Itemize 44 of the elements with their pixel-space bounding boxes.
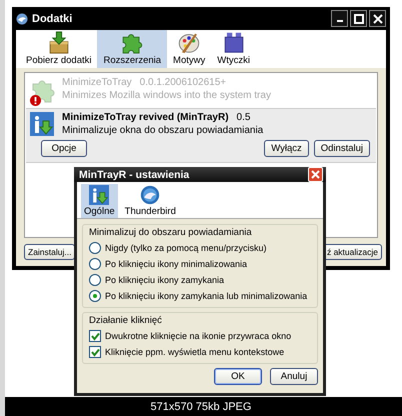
toolbar-tab[interactable]: Motywy [167, 30, 212, 68]
radio-button[interactable] [89, 242, 101, 254]
radio-button[interactable] [89, 274, 101, 286]
option-label: Po kliknięciu ikony zamykania [105, 275, 224, 285]
extension-description: Minimalizuje okna do obszaru powiadamiania [62, 125, 264, 136]
maximize-icon [354, 14, 364, 24]
extension-version: 0.5 [236, 112, 250, 123]
app-icon [16, 12, 28, 24]
window-title: Dodatki [32, 12, 72, 24]
option-label: Kliknięcie ppm. wyświetla menu kontekstowe [105, 347, 284, 357]
option-label: Nigdy (tylko za pomocą menu/przycisku) [105, 243, 267, 253]
maximize-button[interactable] [350, 10, 367, 27]
option-label: Po kliknięciu ikony zamykania lub minimalizowania [105, 291, 308, 301]
extension-button[interactable]: Wyłącz [264, 140, 309, 157]
extension-version: 0.0.1.2006102615+ [140, 77, 226, 88]
option-label: Dwukrotne kliknięcie na ikonie przywraca okno [105, 331, 292, 341]
dialog-button[interactable]: OK [214, 368, 262, 385]
dialog-tab[interactable]: Thunderbird [122, 184, 179, 218]
radio-button[interactable] [89, 290, 101, 302]
close-icon [372, 14, 382, 24]
checkbox[interactable] [89, 346, 101, 358]
minimize-button[interactable] [331, 10, 348, 27]
close-button[interactable] [369, 10, 386, 27]
dialog-title: MinTrayR - ustawienia [79, 168, 190, 180]
close-icon [311, 170, 320, 179]
toolbar-tab[interactable]: Wtyczki [211, 30, 256, 68]
toolbar-tab[interactable]: Rozszerzenia [97, 30, 168, 68]
extension-name: MinimizeToTray [62, 77, 132, 88]
group-title: Minimalizuj do obszaru powiadamiania [89, 227, 253, 238]
dialog-tab[interactable]: Ogólne [81, 184, 118, 218]
extension-name: MinimizeToTray revived (MinTrayR) [62, 112, 229, 123]
extension-item[interactable]: MinimizeToTray revived (MinTrayR) 0.5 Minimalizuje okna do obszaru powiadamiania Opcje Wyłącz Odinstaluj [26, 108, 376, 163]
extension-button[interactable]: Opcje [41, 140, 87, 157]
radio-button[interactable] [89, 258, 101, 270]
image-caption: 571x570 75kb JPEG [5, 397, 402, 416]
dialog-button[interactable]: Anuluj [270, 368, 318, 385]
group-title: Działanie kliknięć [89, 315, 163, 326]
toolbar-tab[interactable]: Pobierz dodatki [20, 30, 98, 68]
extension-button[interactable]: Odinstaluj [314, 140, 370, 157]
minimize-icon [336, 20, 342, 22]
checkbox[interactable] [89, 330, 101, 342]
option-label: Po kliknięciu ikony minimalizowania [105, 259, 248, 269]
extension-description: Minimizes Mozilla windows into the system tray [62, 90, 272, 101]
bottom-button[interactable]: Zainstaluj... [24, 244, 76, 260]
